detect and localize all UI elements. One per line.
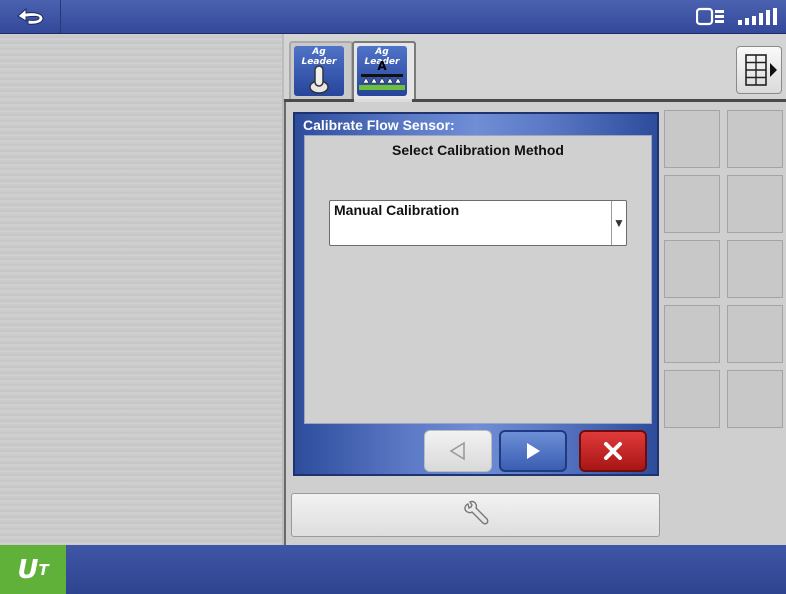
next-icon <box>527 443 540 459</box>
tools-button[interactable] <box>291 493 660 537</box>
left-panel <box>0 34 284 545</box>
grid-layout-icon <box>745 54 777 86</box>
wrench-icon <box>463 500 488 525</box>
module-slot[interactable] <box>664 240 720 298</box>
dropdown-value: Manual Calibration <box>334 202 460 218</box>
back-button[interactable] <box>0 0 61 33</box>
calibration-dialog: Calibrate Flow Sensor: Select Calibratio… <box>293 112 659 476</box>
dialog-title: Calibrate Flow Sensor: <box>303 117 455 133</box>
top-bar <box>0 0 786 34</box>
cancel-icon <box>604 442 622 460</box>
tab-sprayer[interactable]: Ag Leader A <box>352 41 416 101</box>
back-arrow-icon <box>17 7 44 25</box>
ut-logo[interactable]: UT <box>0 545 66 594</box>
sprayer-badge: A <box>377 59 387 73</box>
cancel-button[interactable] <box>579 430 647 472</box>
tab-joystick[interactable]: Ag Leader <box>289 41 353 101</box>
sprayer-icon: A <box>359 59 405 90</box>
dialog-content: Select Calibration Method Manual Calibra… <box>304 135 652 424</box>
module-slot[interactable] <box>727 175 783 233</box>
module-grid <box>664 110 786 430</box>
next-button[interactable] <box>499 430 567 472</box>
work-area: Calibrate Flow Sensor: Select Calibratio… <box>284 102 786 545</box>
module-slot[interactable] <box>727 240 783 298</box>
module-slot[interactable] <box>727 110 783 168</box>
tab-strip: Ag Leader Ag Leader A <box>284 34 786 101</box>
gps-signal-icon <box>738 8 777 25</box>
previous-button[interactable] <box>424 430 492 472</box>
main-area: Ag Leader Ag Leader A Calibrate Flow Sen… <box>284 34 786 545</box>
bottom-bar: UT <box>0 545 786 594</box>
module-slot[interactable] <box>664 175 720 233</box>
layout-button[interactable] <box>736 46 782 94</box>
dialog-subtitle: Select Calibration Method <box>392 142 564 158</box>
status-icons <box>696 4 778 30</box>
module-slot[interactable] <box>664 110 720 168</box>
display-connection-icon <box>696 7 724 26</box>
calibration-method-dropdown[interactable]: Manual Calibration ▼ <box>329 200 627 246</box>
module-slot[interactable] <box>664 305 720 363</box>
module-slot[interactable] <box>727 370 783 428</box>
dropdown-arrow-icon[interactable]: ▼ <box>611 201 626 245</box>
module-slot[interactable] <box>664 370 720 428</box>
previous-icon <box>449 441 465 461</box>
module-slot[interactable] <box>727 305 783 363</box>
joystick-icon <box>309 65 329 94</box>
